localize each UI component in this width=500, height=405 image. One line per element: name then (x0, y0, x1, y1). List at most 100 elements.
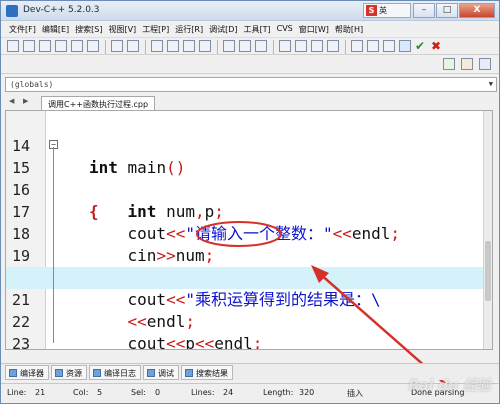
code-line-current[interactable]: 21 <<endl; (6, 267, 486, 331)
status-col-label: Col: (73, 388, 89, 397)
devcpp-app-icon (6, 5, 18, 17)
window-controls: – □ X (413, 3, 495, 18)
maximize-button[interactable]: □ (436, 3, 458, 18)
debug-check-icon (147, 369, 155, 377)
code-line[interactable]: 22 cout<<p<<endl; (6, 289, 486, 349)
status-sel-value: 0 (155, 388, 161, 397)
menu-search[interactable]: 搜索[S] (75, 22, 108, 36)
chevron-down-icon: ▼ (488, 80, 493, 88)
replace-icon[interactable] (167, 40, 179, 52)
app-window: Dev-C++ 5.2.0.3 S 英 – □ X 文件[F] 编辑[E] 搜索… (0, 0, 500, 404)
status-lines-label: Lines: (191, 388, 215, 397)
ime-label: 英 (379, 6, 387, 15)
new-project-icon[interactable] (223, 40, 235, 52)
new-file-icon[interactable] (7, 40, 19, 52)
resources-icon (55, 369, 63, 377)
status-line-label: Line: (7, 388, 27, 397)
open-file-icon[interactable] (23, 40, 35, 52)
tab-resources[interactable]: 资源 (51, 365, 87, 380)
status-insert-mode: 插入 (347, 389, 363, 398)
menu-bar: 文件[F] 编辑[E] 搜索[S] 视图[V] 工程[P] 运行[R] 调试[D… (1, 22, 499, 36)
title-bar[interactable]: Dev-C++ 5.2.0.3 S 英 – □ X (1, 1, 499, 21)
find-next-icon[interactable] (183, 40, 195, 52)
tab-prev-icon[interactable]: ◀ (9, 97, 14, 105)
fold-guide-line (53, 147, 54, 343)
close-file-icon[interactable] (71, 40, 83, 52)
status-sel-label: Sel: (131, 388, 146, 397)
toggle-bookmark-icon[interactable] (461, 58, 473, 70)
menu-debug[interactable]: 调试[D] (209, 22, 243, 36)
file-tab-row: ◀ ▶ 调用C++函数执行过程.cpp (1, 96, 499, 110)
toolbar-separator (145, 40, 146, 54)
compiler-icon (9, 369, 17, 377)
chart-icon[interactable] (399, 40, 411, 52)
save-icon[interactable] (39, 40, 51, 52)
tab-compiler[interactable]: 编译器 (5, 365, 49, 380)
status-length-value: 320 (299, 388, 315, 397)
scope-selector-value: (globals) (10, 80, 54, 89)
ime-s-icon: S (366, 5, 377, 16)
project-options-icon[interactable] (367, 40, 379, 52)
undo-icon[interactable] (111, 40, 123, 52)
toolbar-separator (105, 40, 106, 54)
code-line[interactable]: 19 p=mul(num+2); (6, 223, 486, 287)
menu-edit[interactable]: 编辑[E] (42, 22, 75, 36)
status-lines-value: 24 (223, 388, 234, 397)
save-all-icon[interactable] (55, 40, 67, 52)
scope-selector[interactable]: (globals) ▼ (5, 77, 497, 92)
goto-bookmark-icon[interactable] (479, 58, 491, 70)
code-line[interactable]: 14 int main() (6, 113, 486, 177)
insert-icon[interactable] (443, 58, 455, 70)
minimize-button[interactable]: – (413, 3, 435, 18)
delete-icon[interactable]: ✖ (431, 40, 443, 52)
compile-run-icon[interactable] (311, 40, 323, 52)
status-col-value: 5 (97, 388, 103, 397)
tab-compile-log[interactable]: 编译日志 (89, 365, 141, 380)
code-line[interactable]: 18 cin>>num; (6, 201, 486, 265)
menu-window[interactable]: 窗口[W] (299, 22, 335, 36)
search-results-icon (185, 369, 193, 377)
close-button[interactable]: X (459, 3, 495, 18)
tab-search-results[interactable]: 搜索结果 (181, 365, 233, 380)
find-icon[interactable] (151, 40, 163, 52)
vertical-scrollbar[interactable] (483, 111, 492, 349)
compile-icon[interactable] (279, 40, 291, 52)
compile-log-icon (93, 369, 101, 377)
debug-icon[interactable] (351, 40, 363, 52)
view-icon[interactable] (383, 40, 395, 52)
menu-project[interactable]: 工程[P] (142, 22, 175, 36)
menu-help[interactable]: 帮助[H] (335, 22, 369, 36)
menu-tools[interactable]: 工具[T] (243, 22, 276, 36)
watermark-logo: Bai du 经验 (408, 378, 491, 394)
menu-file[interactable]: 文件[F] (9, 22, 42, 36)
secondary-toolbar (1, 56, 499, 74)
remove-file-icon[interactable] (255, 40, 267, 52)
status-length-label: Length: (263, 388, 294, 397)
ime-indicator[interactable]: S 英 (363, 3, 411, 18)
code-editor[interactable]: 14 int main() 15 − { 16 int num,p; 17 co… (5, 110, 493, 350)
code-line[interactable]: 16 int num,p; (6, 157, 486, 221)
checkmark-icon[interactable]: ✔ (415, 40, 427, 52)
tab-active-file[interactable]: 调用C++函数执行过程.cpp (41, 96, 156, 110)
tab-next-icon[interactable]: ▶ (23, 97, 28, 105)
main-toolbar: ✔ ✖ (1, 37, 499, 55)
code-line[interactable]: 20 cout<<"乘积运算得到的结果是：\ (6, 245, 486, 309)
add-file-icon[interactable] (239, 40, 251, 52)
toolbar-separator (273, 40, 274, 54)
menu-cvs[interactable]: CVS (277, 22, 299, 36)
code-line[interactable]: 23 return 0; (6, 311, 486, 349)
goto-line-icon[interactable] (199, 40, 211, 52)
scrollbar-thumb[interactable] (485, 241, 491, 301)
code-line[interactable]: 17 cout<<"请输入一个整数："<<endl; (6, 179, 486, 243)
window-title: Dev-C++ 5.2.0.3 (23, 5, 100, 15)
code-line[interactable]: 15 − { (6, 135, 486, 221)
menu-view[interactable]: 视图[V] (108, 22, 142, 36)
status-line-value: 21 (35, 388, 46, 397)
run-icon[interactable] (295, 40, 307, 52)
tab-debug[interactable]: 调试 (143, 365, 179, 380)
rebuild-icon[interactable] (327, 40, 339, 52)
menu-run[interactable]: 运行[R] (175, 22, 209, 36)
code-line[interactable]: 24 } (6, 333, 486, 349)
redo-icon[interactable] (127, 40, 139, 52)
print-icon[interactable] (87, 40, 99, 52)
